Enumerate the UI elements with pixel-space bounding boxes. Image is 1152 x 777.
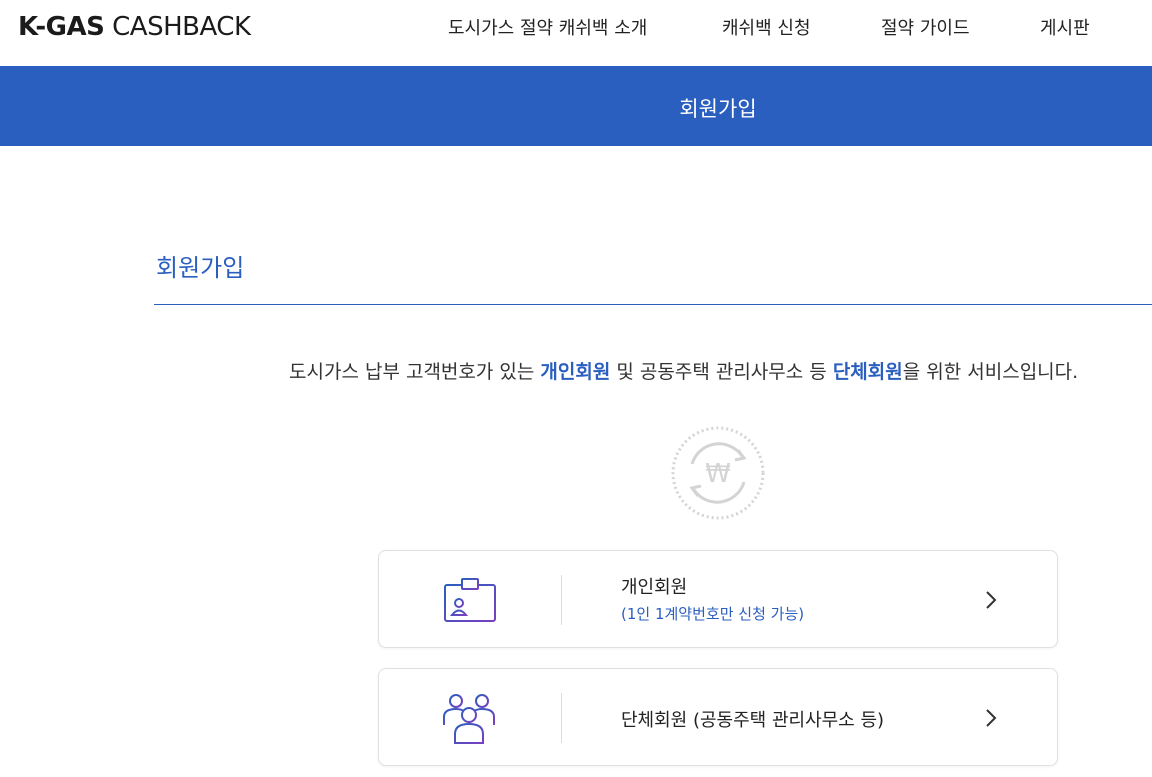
- group-member-card[interactable]: 단체회원 (공동주택 관리사무소 등): [378, 668, 1058, 766]
- individual-member-card[interactable]: 개인회원 (1인 1계약번호만 신청 가능): [378, 550, 1058, 648]
- page-banner: 회원가입: [0, 66, 1152, 146]
- chevron-right-icon: [986, 709, 997, 727]
- won-cycle-icon: ₩: [671, 426, 765, 520]
- banner-title: 회원가입: [679, 97, 757, 121]
- card-sublabel: (1인 1계약번호만 신청 가능): [621, 605, 805, 623]
- card-divider: [561, 693, 562, 743]
- chevron-right-icon: [986, 591, 997, 609]
- intro-text: 도시가스 납부 고객번호가 있는 개인회원 및 공동주택 관리사무소 등 단체회…: [289, 357, 1078, 384]
- section-title: 회원가입: [156, 254, 245, 282]
- main-nav: 도시가스 절약 캐쉬백 소개 캐쉬백 신청 절약 가이드 게시판: [0, 14, 1152, 40]
- id-card-icon: [444, 575, 496, 622]
- section-divider: [154, 304, 1152, 305]
- site-header: K-GAS CASHBACK 도시가스 절약 캐쉬백 소개 캐쉬백 신청 절약 …: [0, 0, 1152, 66]
- intro-highlight-group: 단체회원: [832, 361, 903, 383]
- nav-item-intro[interactable]: 도시가스 절약 캐쉬백 소개: [448, 14, 647, 40]
- group-users-icon: [443, 694, 495, 744]
- card-label: 개인회원: [621, 577, 688, 598]
- nav-item-board[interactable]: 게시판: [1040, 14, 1090, 40]
- card-label: 단체회원 (공동주택 관리사무소 등): [621, 710, 885, 731]
- intro-part-2: 및 공동주택 관리사무소 등: [610, 361, 833, 383]
- intro-highlight-individual: 개인회원: [540, 361, 611, 383]
- nav-item-apply[interactable]: 캐쉬백 신청: [722, 14, 811, 40]
- card-divider: [561, 575, 562, 625]
- nav-item-guide[interactable]: 절약 가이드: [881, 14, 970, 40]
- intro-part-1: 도시가스 납부 고객번호가 있는: [289, 361, 541, 383]
- won-symbol: ₩: [705, 459, 731, 489]
- intro-part-3: 을 위한 서비스입니다.: [902, 361, 1079, 383]
